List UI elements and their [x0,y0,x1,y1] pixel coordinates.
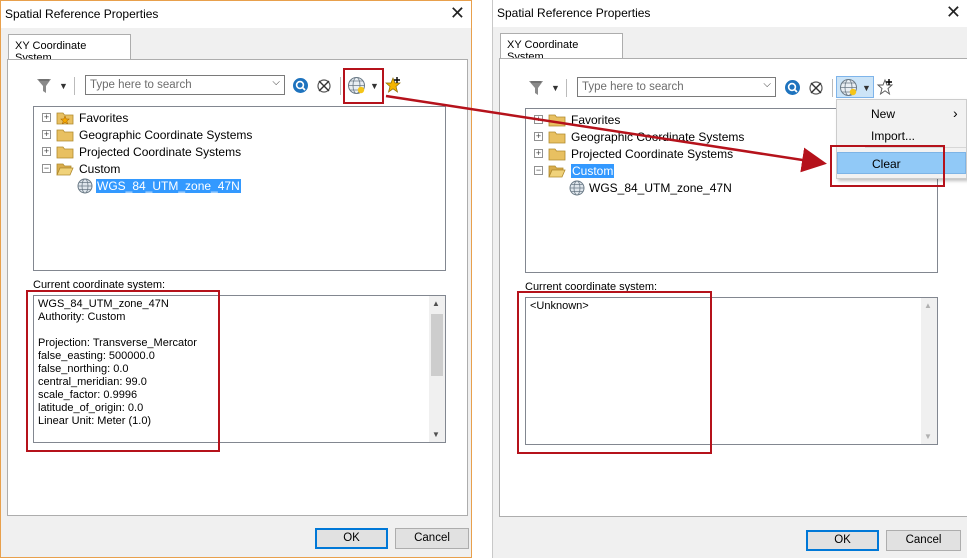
annotation-arrow [385,94,827,173]
